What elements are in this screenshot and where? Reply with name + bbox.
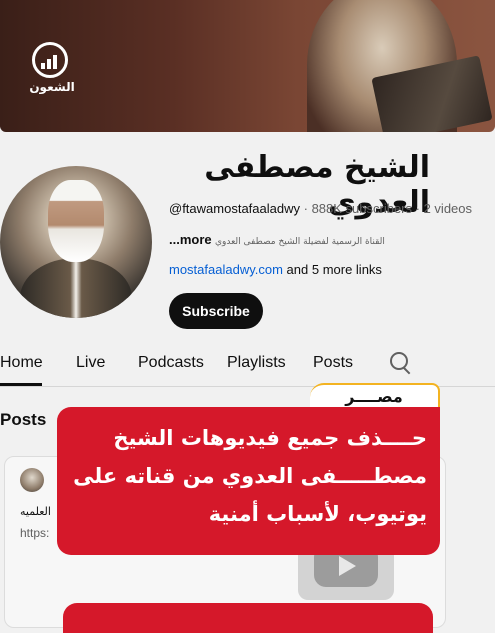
video-count: 2 videos <box>423 201 473 216</box>
posts-section-title: Posts <box>0 410 47 429</box>
footer-strip <box>63 603 433 633</box>
channel-description[interactable]: ...more القناة الرسمية لفضيلة الشيخ مصطف… <box>169 232 385 247</box>
description-more[interactable]: ...more <box>169 232 212 247</box>
channel-handle: @ftawamostafaaladwy <box>169 201 300 216</box>
more-links[interactable]: and 5 more links <box>287 262 382 277</box>
tab-playlists[interactable]: Playlists <box>227 354 286 372</box>
tab-home[interactable]: Home <box>0 354 43 372</box>
description-text: القناة الرسمية لفضيلة الشيخ مصطفى العدوي <box>214 237 385 247</box>
tab-posts[interactable]: Posts <box>313 354 353 372</box>
channel-links[interactable]: mostafaaladwy.com and 5 more links <box>169 262 382 277</box>
post-link[interactable]: https: <box>20 526 49 540</box>
category-label: مصــــر <box>345 387 403 406</box>
tab-live[interactable]: Live <box>76 354 105 372</box>
channel-meta: @ftawamostafaaladwy · 888K subscribers ·… <box>169 201 473 216</box>
headline-box: حــــذف جميع فيديوهات الشيخ مصطـــــفى ا… <box>57 407 440 555</box>
channel-banner: الشعون <box>0 0 495 132</box>
channel-avatar[interactable] <box>0 166 152 318</box>
chart-icon <box>41 53 61 69</box>
tab-podcasts[interactable]: Podcasts <box>138 354 204 372</box>
channel-link[interactable]: mostafaaladwy.com <box>169 262 283 277</box>
subscribe-button[interactable]: Subscribe <box>169 293 263 329</box>
post-text: العلميه <box>20 505 51 518</box>
logo-text: الشعون <box>29 80 75 94</box>
headline-text: حــــذف جميع فيديوهات الشيخ مصطـــــفى ا… <box>73 426 427 526</box>
search-icon[interactable] <box>390 352 412 375</box>
play-icon <box>339 556 356 576</box>
post-avatar <box>20 468 44 492</box>
subscriber-count: 888K subscribers <box>311 201 413 216</box>
news-logo: الشعون <box>26 42 78 98</box>
channel-tabs: Home Live Podcasts Playlists Posts <box>0 350 495 386</box>
